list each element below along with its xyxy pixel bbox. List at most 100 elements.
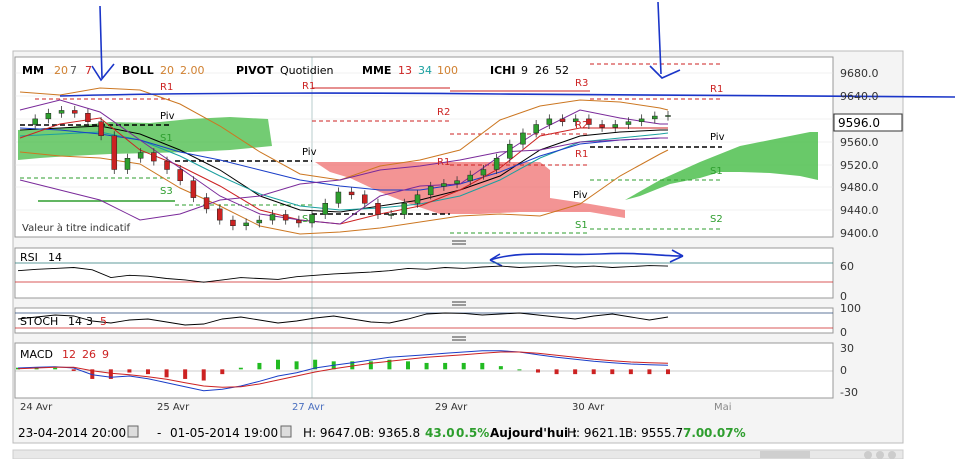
pivot-r1-left: R1 bbox=[160, 82, 173, 93]
mm-param-3: 7 bbox=[85, 64, 92, 77]
candle bbox=[388, 214, 394, 216]
date-tick: 25 Avr bbox=[157, 402, 190, 413]
rsi-tick-60: 60 bbox=[840, 260, 854, 273]
macd-histogram-bar bbox=[183, 369, 188, 379]
candle bbox=[480, 169, 487, 176]
candle bbox=[348, 191, 355, 196]
candle bbox=[45, 113, 52, 120]
period-low: B: 9365.8 bbox=[362, 426, 420, 440]
candle bbox=[296, 219, 302, 224]
macd-histogram-bar bbox=[591, 369, 596, 375]
pivot-r2-right: R2 bbox=[575, 120, 588, 131]
macd-param-1: 12 bbox=[62, 348, 76, 361]
candle bbox=[427, 186, 434, 196]
candle bbox=[151, 152, 157, 162]
pivot-r3-right: R3 bbox=[575, 78, 588, 89]
pivot-piv-mid: Piv bbox=[302, 147, 317, 158]
macd-histogram-bar bbox=[294, 361, 299, 370]
price-tick: 9520.0 bbox=[840, 159, 879, 172]
ichi-label: ICHI bbox=[490, 64, 515, 77]
macd-histogram-bar bbox=[220, 369, 225, 375]
candle bbox=[243, 222, 249, 226]
candle bbox=[190, 180, 197, 198]
candle bbox=[414, 194, 421, 204]
candle bbox=[507, 143, 513, 159]
pivot-r1-mid: R1 bbox=[302, 81, 315, 92]
pivot-s1-far: S1 bbox=[710, 166, 723, 177]
stoch-param-1: 14 bbox=[68, 315, 82, 328]
ichi-param-2: 26 bbox=[535, 64, 549, 77]
price-tick: 9400.0 bbox=[840, 227, 879, 240]
pivot-r1-mid2: R1 bbox=[437, 157, 450, 168]
macd-histogram-bar bbox=[536, 369, 540, 373]
macd-histogram-bar bbox=[443, 362, 448, 370]
stoch-param-3: 5 bbox=[100, 315, 107, 328]
stoch-param-2: 3 bbox=[86, 315, 93, 328]
range-separator: - bbox=[157, 426, 161, 440]
pivot-s2-far: S2 bbox=[710, 214, 723, 225]
trading-chart: MM 20 7 7 BOLL 20 2.00 PIVOT Quotidien M… bbox=[12, 1, 955, 459]
horizontal-scrollbar[interactable] bbox=[12, 449, 904, 459]
watermark-text: Valeur à titre indicatif bbox=[22, 222, 130, 234]
zoom-in-icon[interactable] bbox=[876, 451, 884, 459]
pivot-piv-right: Piv bbox=[573, 190, 588, 201]
pivot-s1-right: S1 bbox=[575, 220, 588, 231]
candle bbox=[520, 132, 526, 145]
macd-histogram-bar bbox=[498, 366, 503, 370]
macd-histogram-bar bbox=[127, 369, 132, 373]
candle bbox=[375, 203, 381, 215]
macd-histogram-bar bbox=[201, 369, 206, 381]
today-high: H: 9621.1 bbox=[567, 426, 626, 440]
date-tick: 30 Avr bbox=[572, 402, 605, 413]
macd-label: MACD bbox=[20, 348, 53, 361]
macd-histogram-bar bbox=[71, 369, 76, 371]
zoom-out-icon[interactable] bbox=[864, 451, 872, 459]
stoch-tick-0: 0 bbox=[840, 326, 847, 339]
candle bbox=[652, 115, 658, 120]
candle bbox=[217, 208, 223, 221]
boll-label: BOLL bbox=[122, 64, 154, 77]
calendar-icon[interactable] bbox=[127, 425, 139, 438]
candle bbox=[441, 183, 447, 187]
candle bbox=[124, 158, 131, 170]
macd-histogram-bar bbox=[480, 362, 485, 370]
mm-param-2: 7 bbox=[70, 64, 77, 77]
pivot-r1-right: R1 bbox=[575, 149, 588, 160]
macd-histogram-bar bbox=[406, 361, 410, 370]
pivot-s1-mid: S1 bbox=[302, 214, 315, 225]
mm-label: MM bbox=[22, 64, 44, 77]
candle bbox=[612, 124, 619, 128]
pivot-label: PIVOT bbox=[236, 64, 274, 77]
macd-histogram-bar bbox=[424, 362, 429, 370]
macd-histogram-bar bbox=[461, 362, 466, 370]
mme-param-1: 13 bbox=[398, 64, 412, 77]
stoch-label: STOCH bbox=[20, 315, 58, 328]
calendar-icon[interactable] bbox=[280, 425, 292, 438]
pivot-piv-far: Piv bbox=[710, 132, 725, 143]
candle bbox=[493, 158, 500, 170]
macd-histogram-bar bbox=[276, 359, 280, 370]
candle bbox=[111, 135, 118, 170]
candle bbox=[177, 169, 183, 181]
macd-histogram-bar bbox=[53, 367, 58, 370]
candle bbox=[230, 219, 236, 226]
candle bbox=[269, 214, 276, 221]
price-tick: 9560.0 bbox=[840, 136, 879, 149]
price-tick: 9640.0 bbox=[840, 90, 879, 103]
candle bbox=[71, 110, 78, 114]
candle bbox=[401, 203, 408, 215]
candle bbox=[98, 121, 104, 136]
reset-icon[interactable] bbox=[888, 451, 896, 459]
period-high: H: 9647.0 bbox=[303, 426, 362, 440]
boll-param-1: 20 bbox=[160, 64, 174, 77]
candle bbox=[256, 219, 263, 224]
candle bbox=[546, 118, 553, 125]
candle bbox=[137, 152, 144, 159]
today-change: 7.0 bbox=[683, 426, 704, 440]
macd-histogram-bar bbox=[257, 362, 262, 370]
macd-param-2: 26 bbox=[82, 348, 96, 361]
date-tick: Mai bbox=[714, 402, 732, 413]
boll-param-2: 2.00 bbox=[180, 64, 205, 77]
pivot-r1-far: R1 bbox=[710, 84, 723, 95]
ichi-param-3: 52 bbox=[555, 64, 569, 77]
